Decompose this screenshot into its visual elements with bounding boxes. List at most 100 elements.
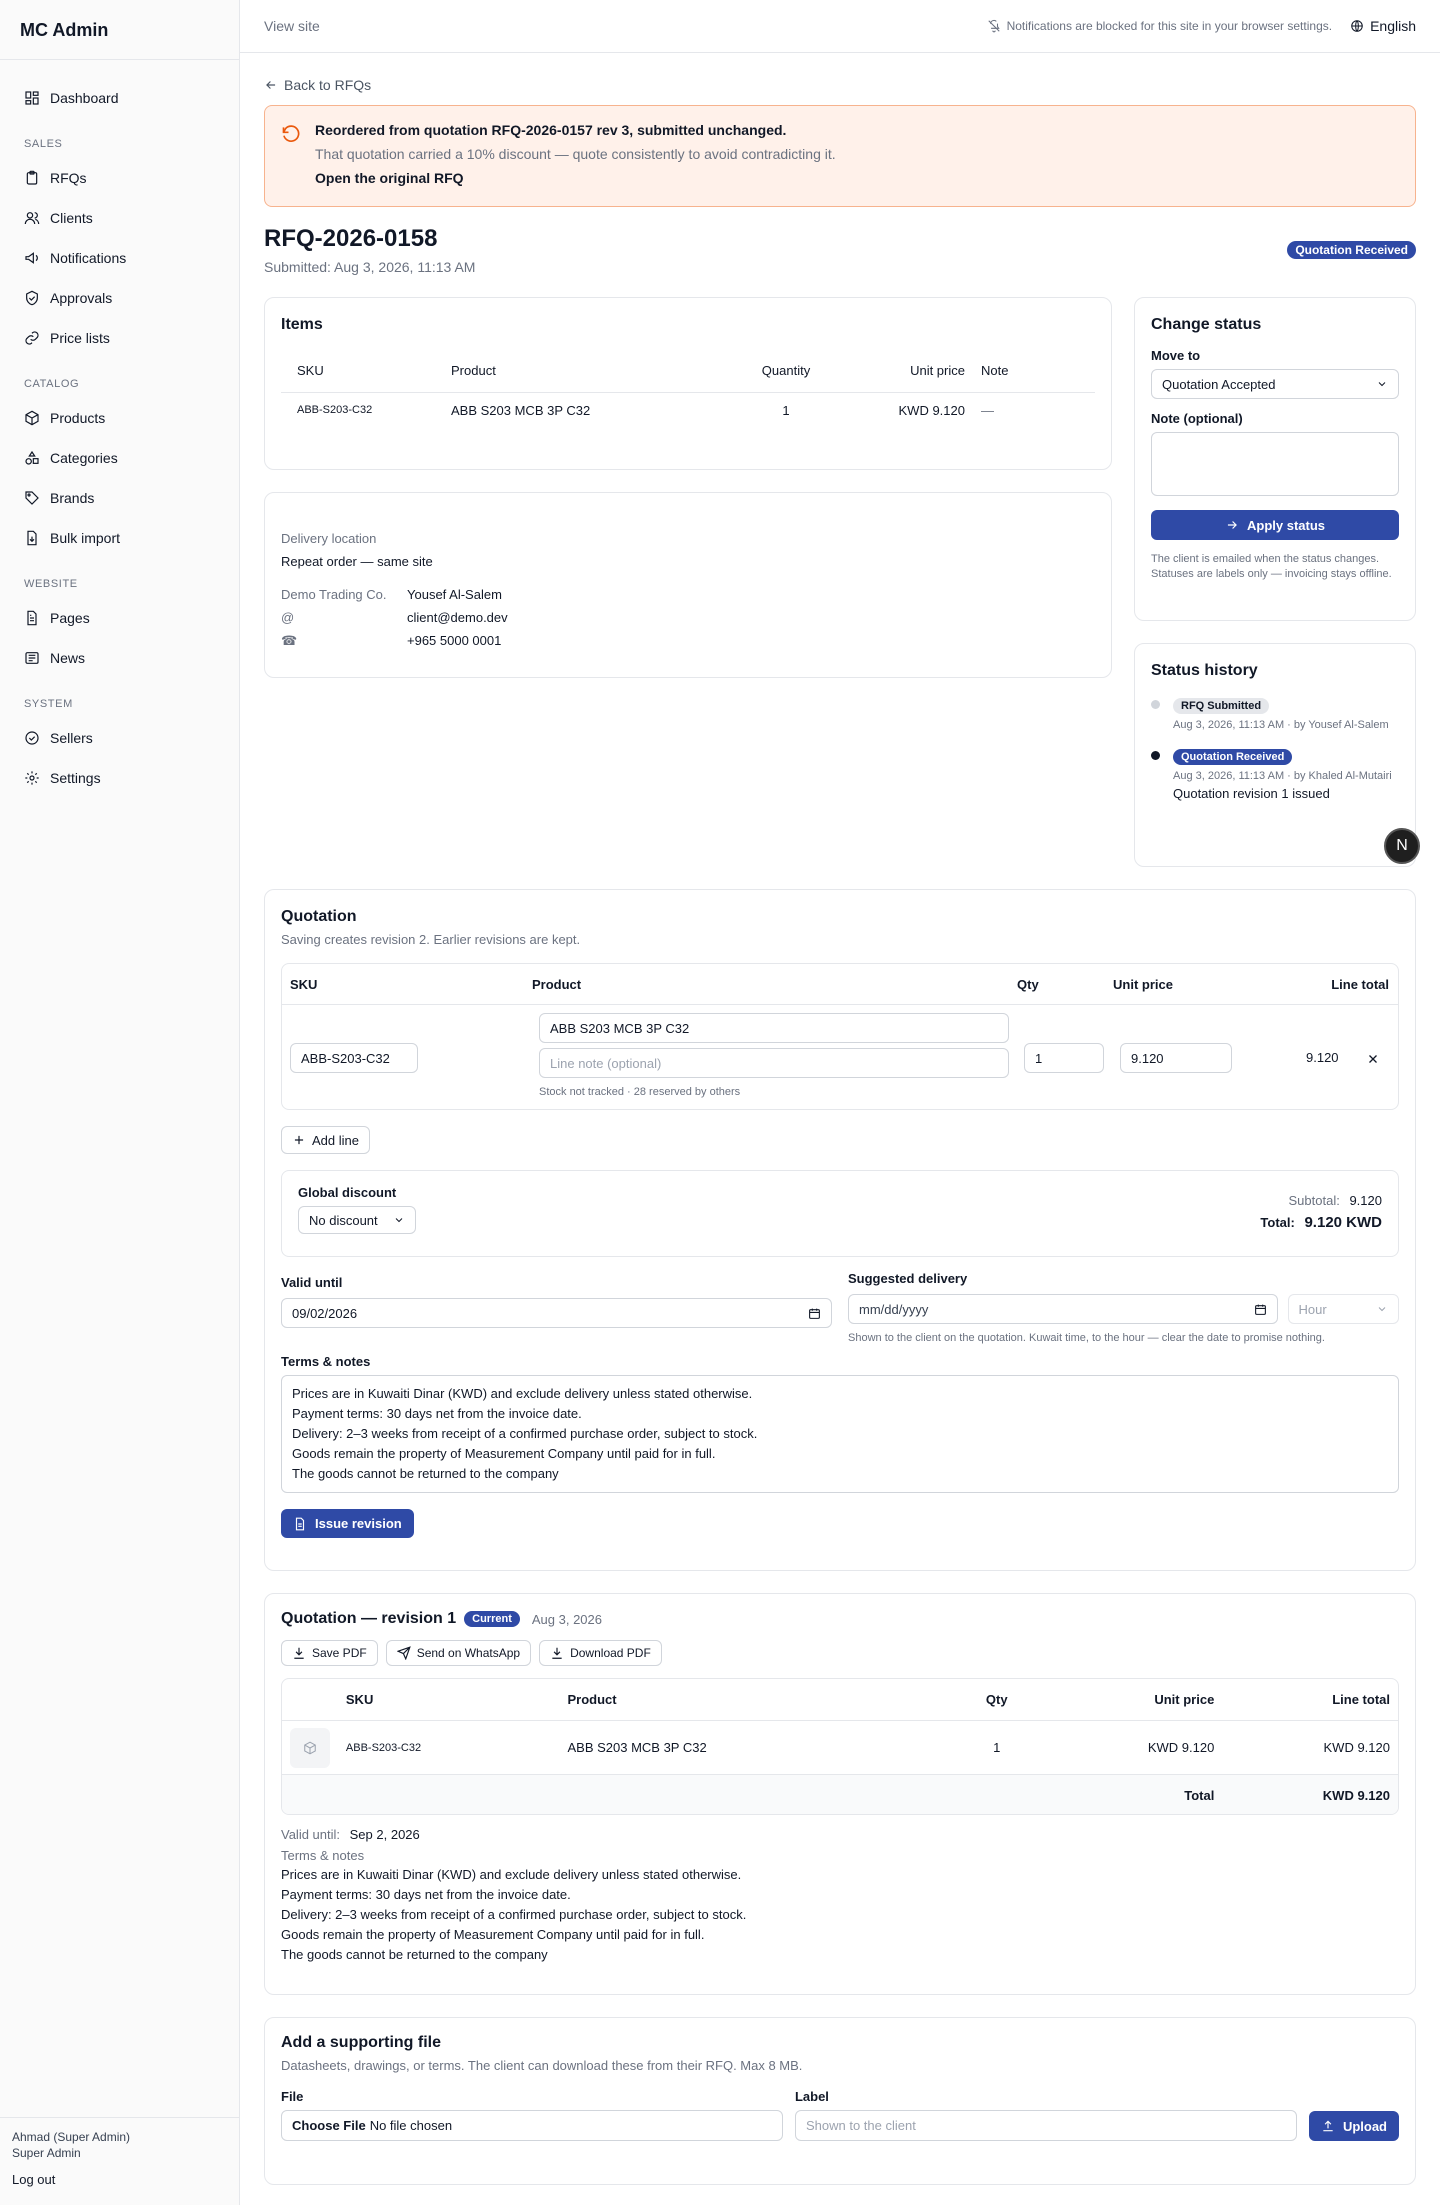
revision-qty: 1 (993, 1740, 1001, 1755)
send-icon (396, 1646, 411, 1660)
global-discount-label: Global discount (298, 1185, 397, 1200)
hour-select[interactable]: Hour (1287, 1294, 1399, 1324)
quotation-form-card: Quotation Saving creates revision 2. Ear… (264, 889, 1416, 1571)
revision-terms-label: Terms & notes (281, 1848, 365, 1863)
revision-valid-until: Valid until: Sep 2, 2026 (281, 1827, 1399, 1842)
add-line-button[interactable]: Add line (281, 1126, 370, 1154)
item-price: KWD 9.120 (898, 402, 965, 418)
sidebar-item-products[interactable]: Products (0, 398, 239, 438)
sidebar-item-label: Dashboard (50, 90, 119, 106)
discount-panel: Global discount No discount Subtotal: 9.… (281, 1170, 1399, 1257)
sidebar-item-news[interactable]: News (0, 638, 239, 678)
item-product: ABB S203 MCB 3P C32 (451, 402, 591, 418)
sidebar-item-price-lists[interactable]: Price lists (0, 318, 239, 358)
sidebar-item-dashboard[interactable]: Dashboard (0, 78, 239, 118)
language-switcher[interactable]: English (1350, 18, 1416, 34)
issue-revision-button[interactable]: Issue revision (281, 1509, 414, 1538)
sidebar-item-categories[interactable]: Categories (0, 438, 239, 478)
line-note-input[interactable]: Line note (optional) (539, 1048, 1009, 1078)
sidebar-item-rfqs[interactable]: RFQs (0, 158, 239, 198)
revision-actions: Save PDF Send on WhatsApp Download PDF (281, 1640, 1399, 1666)
table-row: ABB-S203-C32 ABB S203 MCB 3P C32 1 KWD 9… (281, 392, 1095, 428)
unit-price-input[interactable]: 9.120 (1120, 1043, 1232, 1073)
timeline-dot (1151, 700, 1160, 709)
product-input[interactable]: ABB S203 MCB 3P C32 (539, 1013, 1009, 1043)
sidebar-group-catalog: CATALOG (24, 378, 80, 390)
valid-until-input[interactable]: 09/02/2026 (281, 1298, 832, 1328)
reorder-alert: Reordered from quotation RFQ-2026-0157 r… (264, 105, 1416, 207)
sku-input[interactable]: ABB-S203-C32 (290, 1043, 418, 1073)
revision-date: Aug 3, 2026 (531, 1611, 602, 1627)
send-whatsapp-button[interactable]: Send on WhatsApp (385, 1640, 532, 1666)
sidebar-item-clients[interactable]: Clients (0, 198, 239, 238)
newspaper-icon (25, 652, 39, 664)
status-note-textarea[interactable] (1151, 432, 1399, 496)
package-icon (304, 1741, 316, 1754)
status-history-title: Status history (1151, 662, 1258, 679)
bell-off-icon (987, 19, 1000, 33)
client-phone[interactable]: +965 5000 0001 (407, 633, 1095, 649)
terms-textarea[interactable]: Prices are in Kuwaiti Dinar (KWD) and ex… (281, 1375, 1399, 1493)
revision-total-value: KWD 9.120 (1322, 1787, 1390, 1803)
revision-title: Quotation — revision 1 (281, 1610, 457, 1627)
open-original-rfq-link[interactable]: Open the original RFQ (315, 170, 1399, 186)
terms-line: Goods remain the property of Measurement… (292, 1446, 716, 1461)
apply-status-button[interactable]: Apply status (1151, 510, 1399, 540)
revision-valid-label: Valid until: (281, 1827, 341, 1842)
terms-line: The goods cannot be returned to the comp… (292, 1466, 559, 1481)
sidebar-item-notifications[interactable]: Notifications (0, 238, 239, 278)
upload-card: Add a supporting file Datasheets, drawin… (264, 2017, 1416, 2185)
move-to-select[interactable]: Quotation Accepted (1151, 369, 1399, 399)
suggested-delivery-help: Shown to the client on the quotation. Ku… (848, 1332, 1325, 1344)
qty-input[interactable]: 1 (1024, 1043, 1104, 1073)
label-input[interactable]: Shown to the client (794, 2110, 1297, 2141)
client-email[interactable]: client@demo.dev (407, 610, 1095, 625)
sidebar-item-bulk-import[interactable]: Bulk import (0, 518, 239, 558)
notifications-blocked-text: Notifications are blocked for this site … (1006, 19, 1333, 33)
remove-line-icon[interactable] (1366, 1052, 1380, 1066)
sidebar-item-approvals[interactable]: Approvals (0, 278, 239, 318)
terms-line: Prices are in Kuwaiti Dinar (KWD) and ex… (281, 1867, 742, 1882)
logout-link[interactable]: Log out (12, 2172, 227, 2187)
user-name: Ahmad (Super Admin) (12, 2130, 131, 2144)
col-quantity: Quantity (761, 363, 811, 379)
download-pdf-label: Download PDF (570, 1646, 651, 1660)
item-sku: ABB-S203-C32 (297, 404, 373, 417)
file-input[interactable]: Choose File No file chosen (281, 2110, 783, 2141)
sidebar-item-settings[interactable]: Settings (0, 758, 239, 798)
history-entry: Quotation Received Aug 3, 2026, 11:13 AM… (1151, 747, 1399, 801)
save-pdf-button[interactable]: Save PDF (281, 1640, 378, 1666)
sidebar-item-pages[interactable]: Pages (0, 598, 239, 638)
sidebar-group-website: WEBSITE (24, 578, 78, 590)
sidebar-item-brands[interactable]: Brands (0, 478, 239, 518)
total-label: Total: (1260, 1215, 1295, 1230)
sidebar-item-label: RFQs (50, 170, 87, 186)
calendar-icon (809, 1308, 820, 1319)
col-line-total: Line total (1332, 1692, 1390, 1707)
choose-file-button[interactable]: Choose File (292, 2118, 366, 2133)
upload-button[interactable]: Upload (1308, 2111, 1399, 2141)
items-table: SKU Product Quantity Unit price Note ABB… (281, 350, 1095, 428)
sidebar-item-sellers[interactable]: Sellers (0, 718, 239, 758)
global-discount-value: No discount (309, 1212, 378, 1228)
view-site-link[interactable]: View site (264, 18, 320, 34)
download-pdf-button[interactable]: Download PDF (539, 1640, 662, 1666)
sidebar-item-label: Notifications (50, 250, 127, 266)
phone-icon: ☎ (281, 633, 298, 648)
hour-placeholder: Hour (1298, 1301, 1327, 1317)
left-column: Items SKU Product Quantity Unit price No… (264, 297, 1112, 867)
suggested-delivery-field: Suggested delivery mm/dd/yyyy Hour Shown… (848, 1271, 1399, 1344)
download-icon (294, 1647, 304, 1659)
global-discount-select[interactable]: No discount (298, 1206, 416, 1234)
topbar: View site Notifications are blocked for … (240, 0, 1440, 53)
col-qty: Qty (985, 1692, 1008, 1707)
arrow-right-icon (1227, 521, 1237, 529)
suggested-delivery-date-input[interactable]: mm/dd/yyyy (848, 1294, 1278, 1324)
total-value: 9.120 KWD (1304, 1214, 1382, 1231)
quotation-title: Quotation (281, 908, 357, 925)
rfq-columns: Items SKU Product Quantity Unit price No… (264, 297, 1420, 867)
floating-n-button[interactable]: N (1384, 828, 1420, 864)
sidebar-item-label: Approvals (50, 290, 113, 306)
gear-icon (25, 771, 39, 785)
back-to-rfqs-link[interactable]: Back to RFQs (264, 77, 1416, 93)
